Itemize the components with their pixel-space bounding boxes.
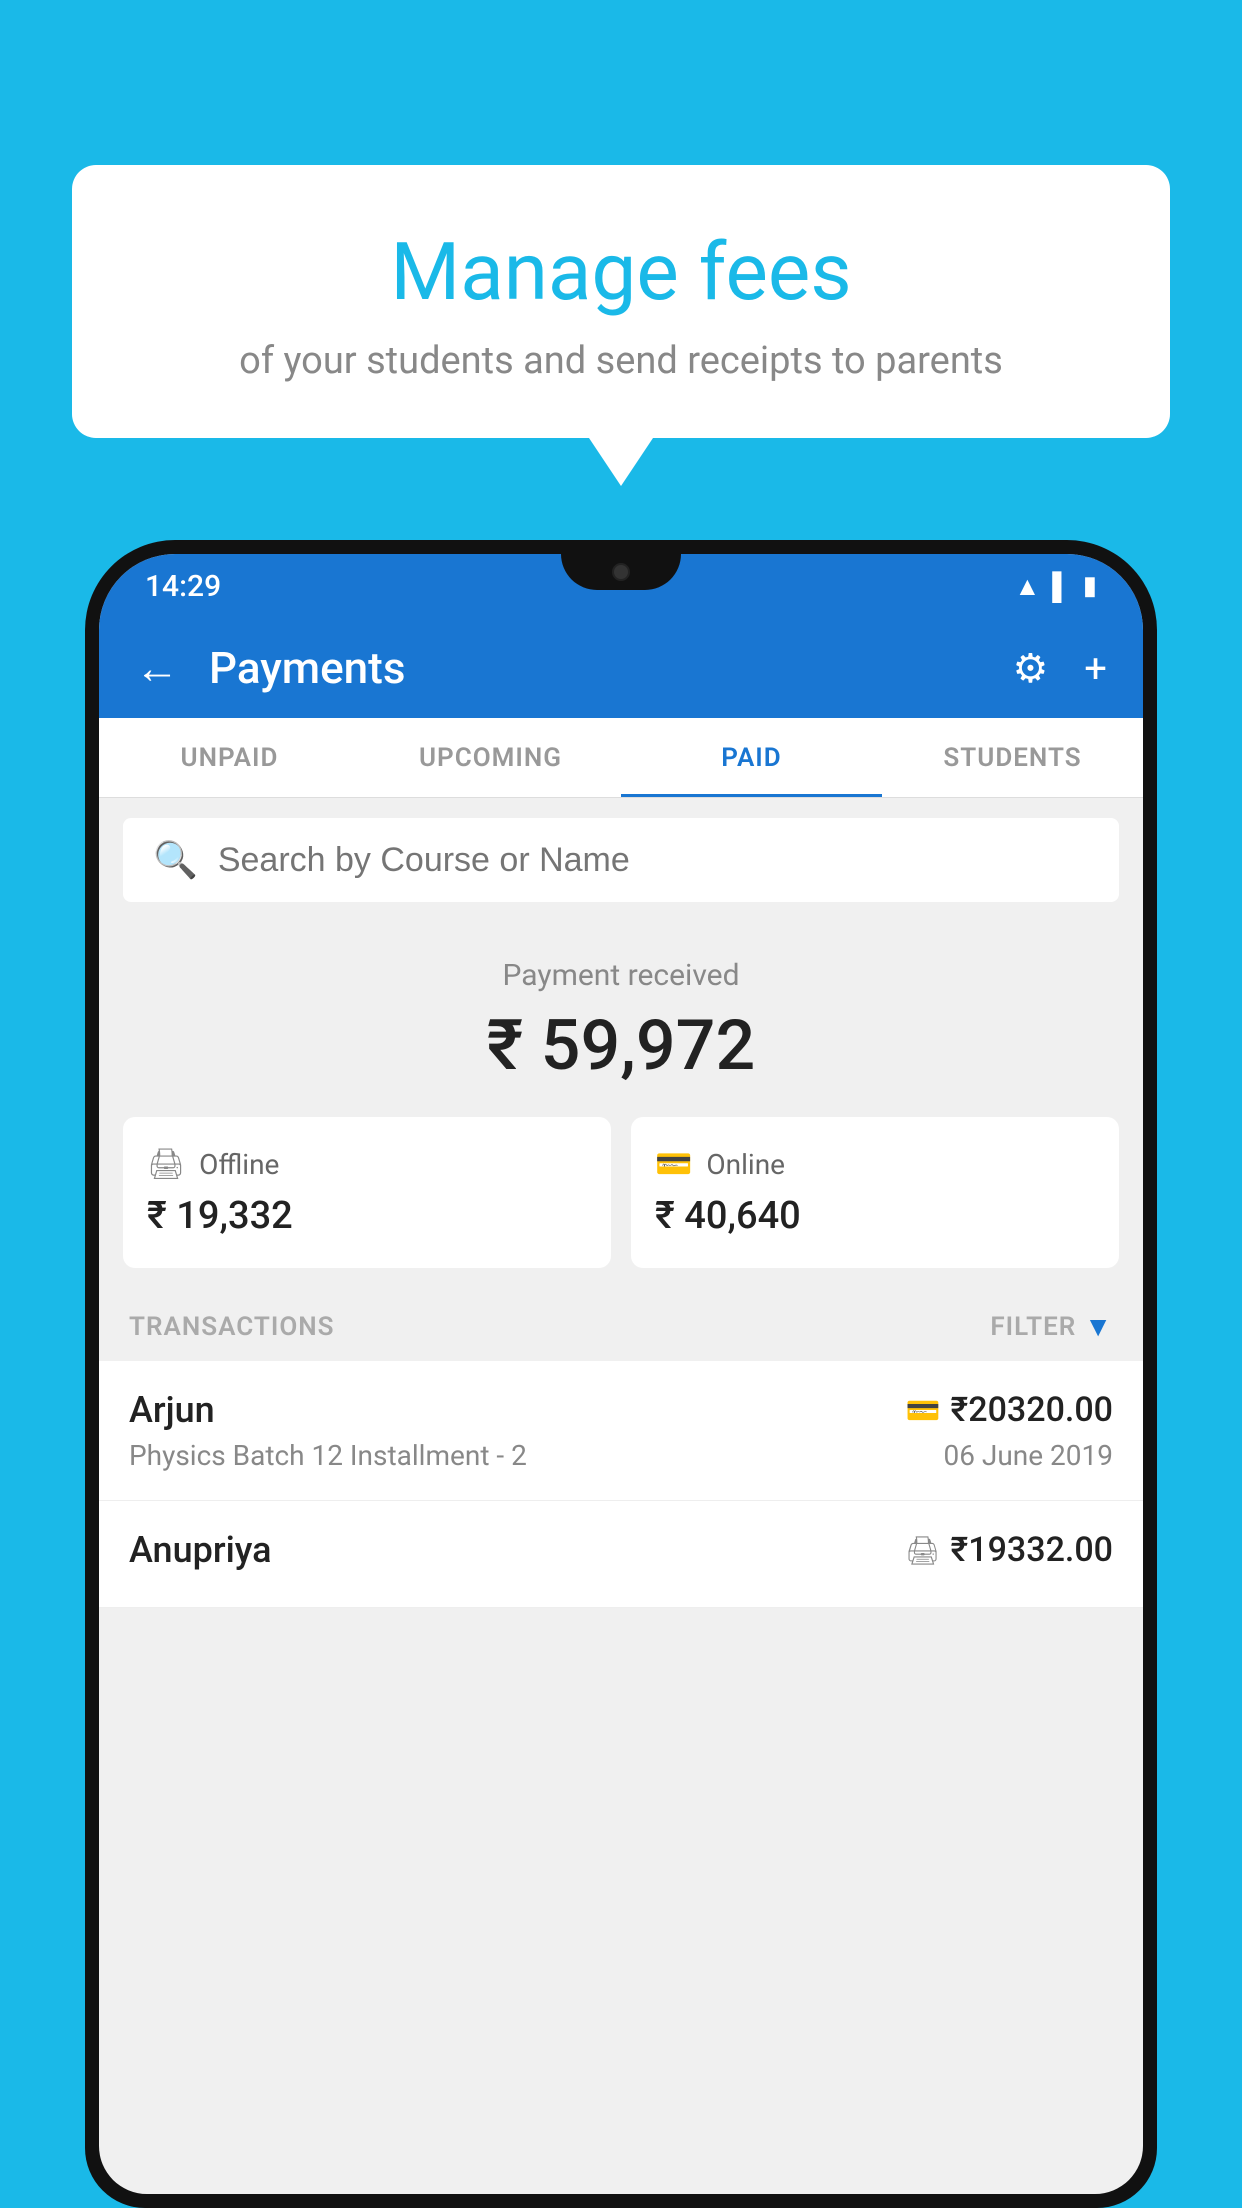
status-time: 14:29 [145,569,221,604]
transaction-bottom: Physics Batch 12 Installment - 2 06 June… [129,1439,1113,1472]
transaction-date: 06 June 2019 [943,1439,1113,1472]
transaction-top: Arjun 💳 ₹20320.00 [129,1389,1113,1431]
offline-card-header: 🖨 Offline [147,1147,279,1182]
search-icon: 🔍 [153,839,198,881]
payment-summary: Payment received ₹ 59,972 [99,922,1143,1117]
filter-label: FILTER [990,1312,1076,1342]
back-button[interactable]: ← [135,642,179,694]
settings-icon[interactable]: ⚙ [1012,645,1048,692]
payment-received-amount: ₹ 59,972 [119,1005,1123,1087]
app-bar: ← Payments ⚙ + [99,618,1143,718]
tabs: UNPAID UPCOMING PAID STUDENTS [99,718,1143,798]
transaction-name: Arjun [129,1389,215,1431]
status-bar: 14:29 ▲ ▌ ▮ [99,554,1143,618]
content-area: 🔍 Payment received ₹ 59,972 🖨 Offline ₹ … [99,798,1143,1608]
wifi-icon: ▲ [1015,571,1041,602]
app-bar-actions: ⚙ + [1012,645,1107,692]
transactions-header: TRANSACTIONS FILTER ▼ [99,1292,1143,1361]
add-icon[interactable]: + [1084,645,1107,692]
online-icon: 💳 [655,1147,692,1182]
payment-type-icon: 🖨 [905,1534,941,1567]
transaction-top: Anupriya 🖨 ₹19332.00 [129,1529,1113,1571]
online-label: Online [706,1148,785,1181]
offline-card: 🖨 Offline ₹ 19,332 [123,1117,611,1268]
tab-students[interactable]: STUDENTS [882,718,1143,797]
signal-icon: ▌ [1052,571,1070,602]
speech-bubble-subtitle: of your students and send receipts to pa… [122,339,1120,383]
status-icons: ▲ ▌ ▮ [1015,571,1097,602]
online-card: 💳 Online ₹ 40,640 [631,1117,1119,1268]
search-input[interactable] [218,841,1089,880]
filter-icon: ▼ [1084,1310,1113,1343]
speech-bubble: Manage fees of your students and send re… [72,165,1170,438]
phone-inner: 14:29 ▲ ▌ ▮ ← Payments ⚙ + UNPAID UPCOMI… [99,554,1143,2194]
payment-cards: 🖨 Offline ₹ 19,332 💳 Online ₹ 40,640 [123,1117,1119,1268]
online-card-header: 💳 Online [655,1147,785,1182]
transaction-amount: ₹19332.00 [951,1530,1113,1570]
camera [612,563,630,581]
battery-icon: ▮ [1083,571,1097,601]
transactions-label: TRANSACTIONS [129,1312,335,1342]
transaction-amount-wrap: 💳 ₹20320.00 [906,1390,1113,1430]
transaction-name: Anupriya [129,1529,272,1571]
payment-type-icon: 💳 [906,1394,941,1427]
phone-shell: 14:29 ▲ ▌ ▮ ← Payments ⚙ + UNPAID UPCOMI… [85,540,1157,2208]
transaction-amount: ₹20320.00 [951,1390,1113,1430]
tab-paid[interactable]: PAID [621,718,882,797]
online-amount: ₹ 40,640 [655,1194,801,1238]
offline-icon: 🖨 [147,1147,185,1182]
transaction-row: Arjun 💳 ₹20320.00 Physics Batch 12 Insta… [99,1361,1143,1501]
offline-amount: ₹ 19,332 [147,1194,293,1238]
tab-unpaid[interactable]: UNPAID [99,718,360,797]
tab-upcoming[interactable]: UPCOMING [360,718,621,797]
filter-button[interactable]: FILTER ▼ [990,1310,1113,1343]
app-bar-title: Payments [209,642,982,694]
search-bar: 🔍 [123,818,1119,902]
notch [561,554,681,590]
transaction-amount-wrap: 🖨 ₹19332.00 [905,1530,1113,1570]
speech-bubble-title: Manage fees [122,225,1120,319]
transaction-desc: Physics Batch 12 Installment - 2 [129,1439,527,1472]
offline-label: Offline [199,1148,279,1181]
transaction-row: Anupriya 🖨 ₹19332.00 [99,1501,1143,1608]
payment-received-label: Payment received [119,958,1123,993]
